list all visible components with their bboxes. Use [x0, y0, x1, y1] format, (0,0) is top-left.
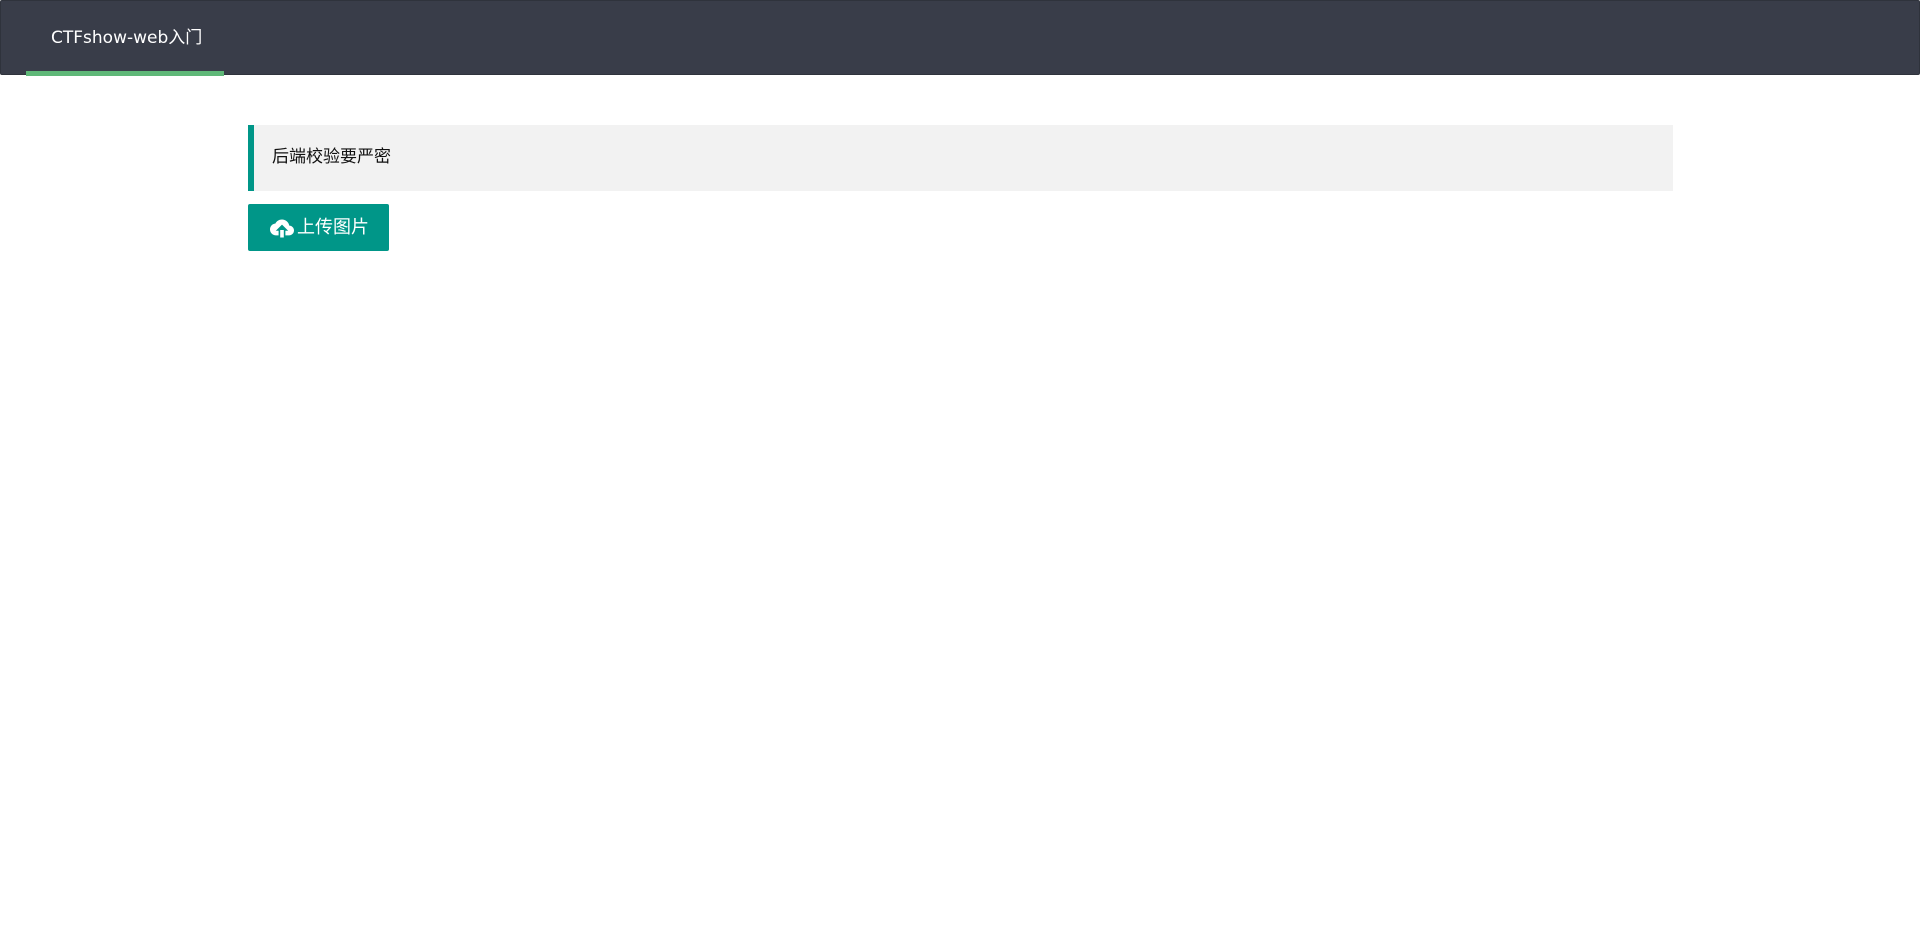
- cloud-upload-icon: [270, 219, 294, 238]
- upload-button-label: 上传图片: [297, 217, 369, 237]
- nav-item-ctfshow-web[interactable]: CTFshow-web入门: [26, 1, 224, 76]
- notice-quote-block: 后端校验要严密: [248, 125, 1673, 191]
- nav-item-label: CTFshow-web入门: [51, 28, 203, 48]
- upload-image-button[interactable]: 上传图片: [248, 204, 389, 251]
- notice-text: 后端校验要严密: [272, 147, 391, 167]
- active-nav-indicator: [26, 71, 224, 76]
- top-nav-bar: CTFshow-web入门: [0, 0, 1920, 76]
